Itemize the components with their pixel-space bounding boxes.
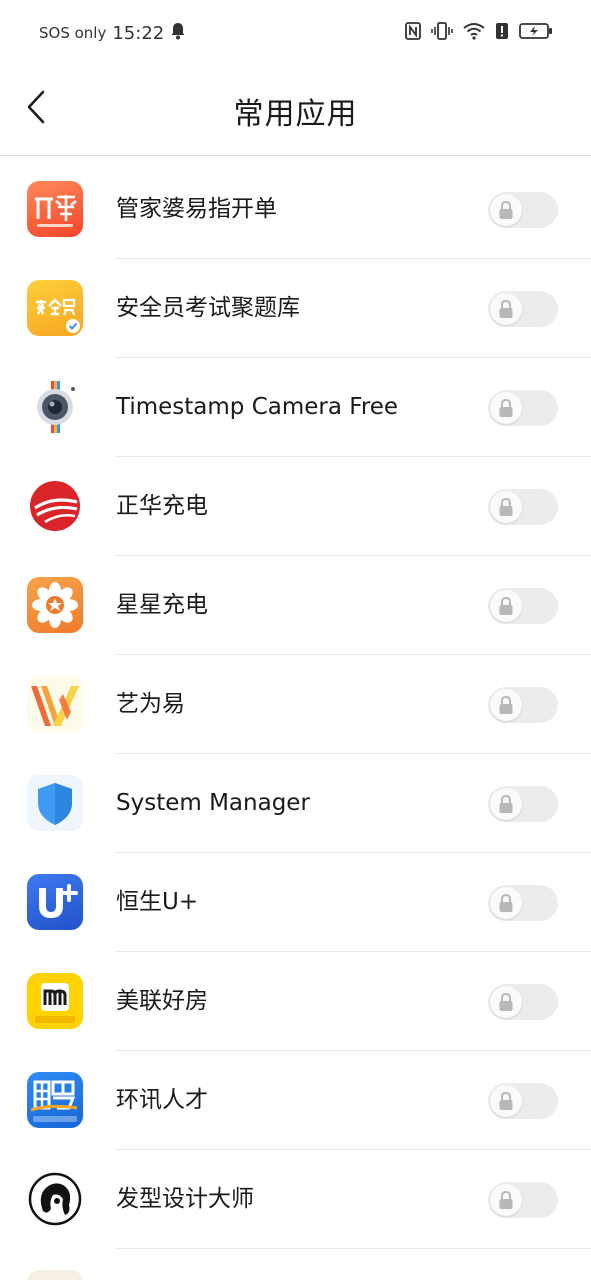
meilian-icon	[27, 973, 83, 1029]
lock-toggle[interactable]	[488, 390, 558, 426]
list-item[interactable]: 环讯人才	[0, 1051, 591, 1150]
app-name: Timestamp Camera Free	[116, 394, 399, 420]
hairstyle-icon	[27, 1171, 83, 1227]
app-name: 发型设计大师	[116, 1186, 254, 1212]
list-item[interactable]: 恒生U+	[0, 853, 591, 952]
carrier-status: SOS only	[39, 24, 107, 42]
app-name: 管家婆易指开单	[116, 196, 277, 222]
list-item[interactable]: 管家婆易指开单	[0, 160, 591, 259]
timestamp-camera-icon	[27, 379, 83, 435]
lock-toggle[interactable]	[488, 192, 558, 228]
list-item[interactable]: 星星充电	[0, 556, 591, 655]
bell-icon	[170, 22, 186, 44]
battery-charging-icon	[519, 22, 553, 44]
lock-toggle[interactable]	[488, 885, 558, 921]
system-manager-shield-icon	[27, 775, 83, 831]
back-button[interactable]	[16, 84, 56, 130]
xingxing-icon	[27, 577, 83, 633]
lock-icon	[499, 596, 513, 615]
lock-icon	[499, 893, 513, 912]
lock-toggle[interactable]	[488, 687, 558, 723]
app-name: 星星充电	[116, 592, 208, 618]
app-name: 恒生U+	[116, 889, 199, 915]
lock-toggle[interactable]	[488, 588, 558, 624]
lock-toggle[interactable]	[488, 1182, 558, 1218]
hengsheng-icon	[27, 874, 83, 930]
yiweiyi-icon	[27, 676, 83, 732]
lock-toggle[interactable]	[488, 291, 558, 327]
page-title: 常用应用	[233, 96, 358, 132]
lock-icon	[499, 794, 513, 813]
chevron-left-icon	[27, 90, 45, 124]
lock-icon	[499, 299, 513, 318]
guanjiapo-icon	[27, 181, 83, 237]
list-item[interactable]: 艺为易	[0, 655, 591, 754]
huanxun-icon	[27, 1072, 83, 1128]
anquanyuan-icon	[27, 280, 83, 336]
list-item[interactable]: 正华充电	[0, 457, 591, 556]
lock-icon	[499, 200, 513, 219]
lock-toggle[interactable]	[488, 786, 558, 822]
lock-icon	[499, 695, 513, 714]
app-lock-screen: SOS only 15:22 常用应用 管家婆易指开单 安全员考试聚题库 Tim…	[0, 0, 591, 1280]
app-name: System Manager	[116, 790, 310, 816]
status-bar: SOS only 15:22	[0, 0, 591, 66]
lock-icon	[499, 398, 513, 417]
list-item-partial[interactable]	[0, 1249, 591, 1280]
wifi-icon	[463, 22, 485, 44]
app-name: 艺为易	[116, 691, 185, 717]
list-item[interactable]: 美联好房	[0, 952, 591, 1051]
nfc-icon	[405, 22, 421, 44]
lock-icon	[499, 497, 513, 516]
nav-header: 常用应用	[0, 66, 591, 156]
app-icon-partial	[27, 1270, 83, 1280]
app-name: 安全员考试聚题库	[116, 295, 300, 321]
list-item[interactable]: 安全员考试聚题库	[0, 259, 591, 358]
list-item[interactable]: 发型设计大师	[0, 1150, 591, 1249]
zhenghua-icon	[27, 478, 83, 534]
app-name: 环讯人才	[116, 1087, 208, 1113]
vibrate-icon	[431, 22, 453, 44]
lock-toggle[interactable]	[488, 489, 558, 525]
lock-icon	[499, 1091, 513, 1110]
app-list: 管家婆易指开单 安全员考试聚题库 Timestamp Camera Free 正…	[0, 160, 591, 1280]
lock-icon	[499, 1190, 513, 1209]
list-item[interactable]: Timestamp Camera Free	[0, 358, 591, 457]
lock-toggle[interactable]	[488, 1083, 558, 1119]
list-item[interactable]: System Manager	[0, 754, 591, 853]
app-name: 美联好房	[116, 988, 208, 1014]
lock-icon	[499, 992, 513, 1011]
alert-icon	[495, 22, 509, 44]
clock: 15:22	[112, 22, 165, 44]
app-name: 正华充电	[116, 493, 208, 519]
lock-toggle[interactable]	[488, 984, 558, 1020]
